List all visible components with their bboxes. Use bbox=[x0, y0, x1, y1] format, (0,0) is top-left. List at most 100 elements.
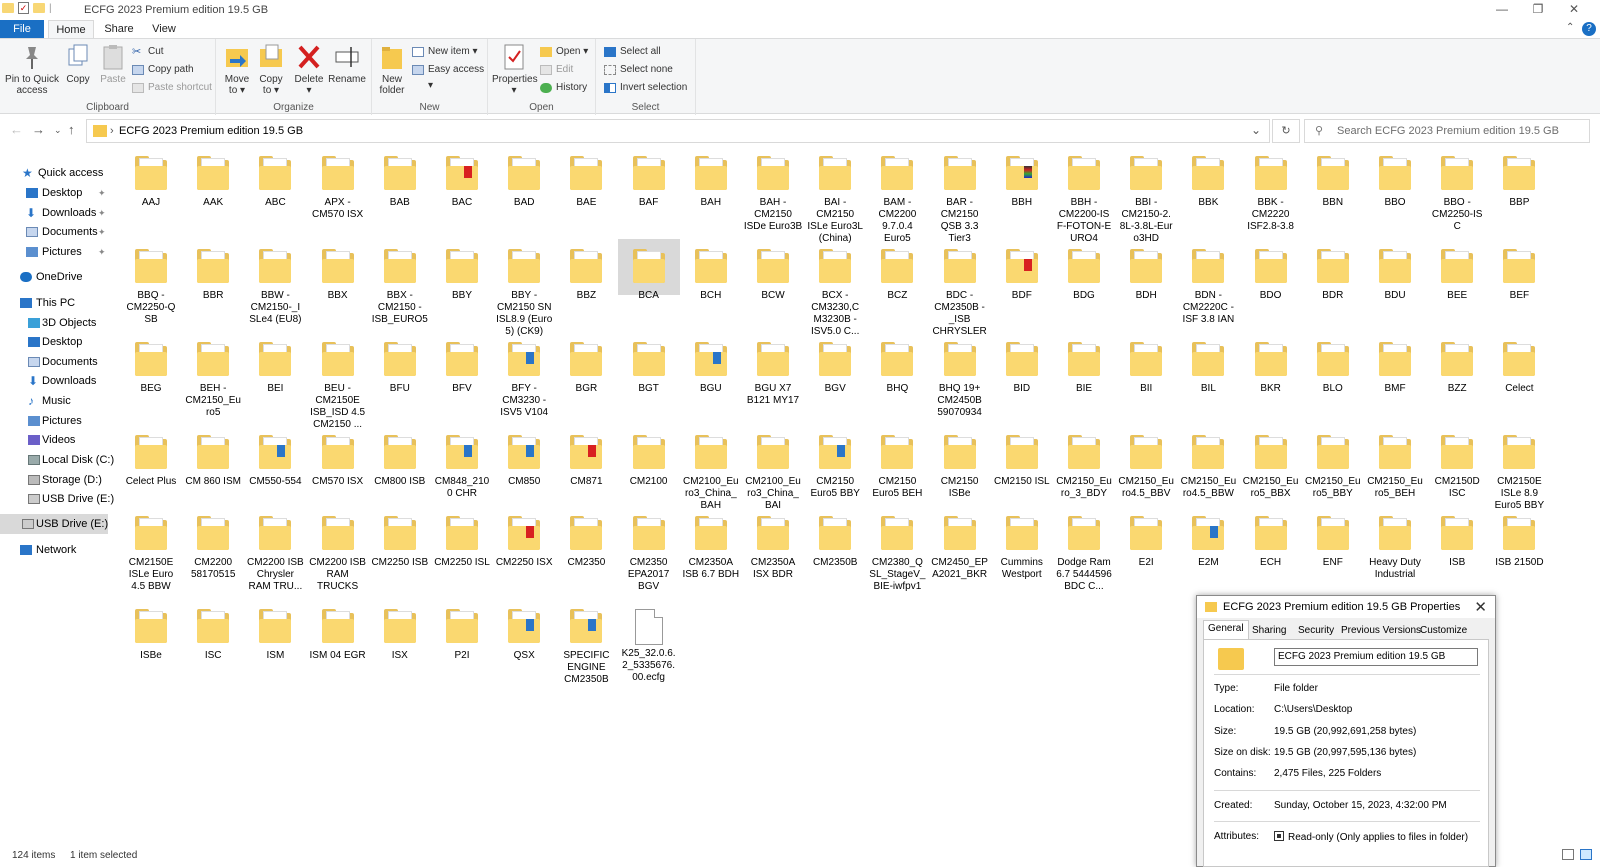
folder-item[interactable]: ISBe bbox=[120, 599, 182, 662]
delete-button[interactable]: Delete ▾ bbox=[292, 43, 326, 96]
folder-item[interactable]: BDR bbox=[1302, 239, 1364, 302]
readonly-checkbox[interactable]: Read-only (Only applies to files in fold… bbox=[1274, 831, 1468, 843]
folder-item[interactable]: BAH - CM2150 ISDe Euro3B bbox=[742, 146, 804, 233]
folder-item[interactable]: CM550-554 bbox=[244, 425, 306, 488]
folder-item[interactable]: BBN bbox=[1302, 146, 1364, 209]
folder-item[interactable]: CM2250 ISX bbox=[493, 506, 555, 569]
folder-item[interactable]: BBX - CM2150 - ISB_EURO5 bbox=[369, 239, 431, 326]
folder-item[interactable]: BGU X7 B121 MY17 bbox=[742, 332, 804, 407]
easy-access-button[interactable]: Easy access ▾ bbox=[412, 62, 487, 91]
new-folder-quick-icon[interactable] bbox=[33, 3, 45, 13]
folder-item[interactable]: BBH - CM2200-IS F-FOTON-E URO4 bbox=[1053, 146, 1115, 245]
folder-item[interactable]: CM2150_Eu ro5_BBY bbox=[1302, 425, 1364, 500]
folder-item[interactable]: CM2150_Eu ro4.5_BBV bbox=[1115, 425, 1177, 500]
properties-quick-icon[interactable]: ✓ bbox=[18, 2, 29, 14]
folder-item[interactable]: BCZ bbox=[866, 239, 928, 302]
folder-item[interactable]: ISM 04 EGR bbox=[307, 599, 369, 662]
new-item-button[interactable]: New item ▾ bbox=[412, 44, 477, 60]
help-icon[interactable]: ? bbox=[1582, 22, 1596, 36]
folder-item[interactable]: BCX - CM3230,C M3230B - ISV5.0 C... bbox=[804, 239, 866, 338]
collapse-ribbon-icon[interactable]: ⌃ bbox=[1566, 22, 1574, 33]
folder-item[interactable]: CM2380_Q SL_StageV_ BIE-iwfpv1 bbox=[866, 506, 928, 593]
folder-item[interactable]: BAH bbox=[680, 146, 742, 209]
folder-item[interactable]: BBY - CM2150 SN ISL8.9 (Euro 5) (CK9) bbox=[493, 239, 555, 338]
folder-item[interactable]: BBO - CM2250-IS C bbox=[1426, 146, 1488, 233]
folder-item[interactable]: BBO bbox=[1364, 146, 1426, 209]
folder-item[interactable]: ABC bbox=[244, 146, 306, 209]
tab-share[interactable]: Share bbox=[98, 20, 140, 39]
folder-item[interactable]: BEH - CM2150_Eu ro5 bbox=[182, 332, 244, 419]
folder-item[interactable]: CM2150 Euro5 BBY bbox=[804, 425, 866, 500]
tab-view[interactable]: View bbox=[144, 20, 184, 39]
folder-item[interactable]: CM2150E ISLe 8.9 Euro5 BBY bbox=[1488, 425, 1550, 512]
folder-item[interactable]: CM2350A ISX BDR bbox=[742, 506, 804, 581]
tab-sharing[interactable]: Sharing bbox=[1247, 622, 1291, 639]
folder-item[interactable]: ECH bbox=[1240, 506, 1302, 569]
copy-button[interactable]: Copy bbox=[62, 43, 94, 85]
search-input[interactable]: ⚲ Search ECFG 2023 Premium edition 19.5 … bbox=[1304, 119, 1590, 143]
folder-item[interactable]: BCW bbox=[742, 239, 804, 302]
tab-file[interactable]: File bbox=[0, 20, 44, 39]
large-icons-view-icon[interactable] bbox=[1580, 849, 1592, 860]
folder-item[interactable]: E2I bbox=[1115, 506, 1177, 569]
folder-item[interactable]: BAD bbox=[493, 146, 555, 209]
folder-item[interactable]: BEG bbox=[120, 332, 182, 395]
folder-item[interactable]: CM2150 Euro5 BEH bbox=[866, 425, 928, 500]
folder-item[interactable]: BDO bbox=[1240, 239, 1302, 302]
back-arrow-icon[interactable]: ← bbox=[10, 122, 23, 137]
folder-item[interactable]: BEU - CM2150E ISB_ISD 4.5 CM2150 ... bbox=[307, 332, 369, 431]
folder-item[interactable]: ISB bbox=[1426, 506, 1488, 569]
folder-item[interactable]: CM2350 bbox=[555, 506, 617, 569]
folder-item[interactable]: BZZ bbox=[1426, 332, 1488, 395]
folder-item[interactable]: BKR bbox=[1240, 332, 1302, 395]
address-bar[interactable]: › ECFG 2023 Premium edition 19.5 GB ⌄ bbox=[86, 119, 1270, 143]
tab-customize[interactable]: Customize bbox=[1415, 622, 1472, 639]
folder-item[interactable]: CM2200 58170515 bbox=[182, 506, 244, 581]
folder-item[interactable]: CM2150D ISC bbox=[1426, 425, 1488, 500]
folder-item[interactable]: AAJ bbox=[120, 146, 182, 209]
folder-item[interactable]: BII bbox=[1115, 332, 1177, 395]
folder-item[interactable]: CM2150_Eu ro5_BBX bbox=[1240, 425, 1302, 500]
folder-item[interactable]: BHQ bbox=[866, 332, 928, 395]
folder-item[interactable]: P2I bbox=[431, 599, 493, 662]
folder-item[interactable]: BDN - CM2220C - ISF 3.8 IAN bbox=[1177, 239, 1239, 326]
folder-item[interactable]: BBW - CM2150-_I SLe4 (EU8) bbox=[244, 239, 306, 326]
folder-item[interactable]: CM2200 ISB RAM TRUCKS bbox=[307, 506, 369, 593]
edit-button[interactable]: Edit bbox=[540, 62, 573, 78]
select-all-button[interactable]: Select all bbox=[604, 44, 661, 60]
pin-button[interactable]: Pin to Quick access bbox=[4, 43, 60, 96]
folder-item[interactable]: BAF bbox=[618, 146, 680, 209]
breadcrumb-chevron-icon[interactable]: › bbox=[110, 125, 114, 137]
select-none-button[interactable]: Select none bbox=[604, 62, 673, 78]
folder-item[interactable]: BBZ bbox=[555, 239, 617, 302]
folder-item[interactable]: CM2150_Eu ro5_BEH bbox=[1364, 425, 1426, 500]
folder-item[interactable]: BFY - CM3230 - ISV5 V104 bbox=[493, 332, 555, 419]
folder-item[interactable]: BGV bbox=[804, 332, 866, 395]
folder-item[interactable]: BGU bbox=[680, 332, 742, 395]
close-button[interactable]: ✕ bbox=[1556, 0, 1592, 20]
copy-path-button[interactable]: Copy path bbox=[132, 62, 194, 78]
folder-item[interactable]: CM2150_Eu ro_3_BDY bbox=[1053, 425, 1115, 500]
open-button[interactable]: Open ▾ bbox=[540, 44, 588, 60]
folder-item[interactable]: BAC bbox=[431, 146, 493, 209]
invert-selection-button[interactable]: Invert selection bbox=[604, 80, 687, 96]
folder-item[interactable]: CM2450_EP A2021_BKR bbox=[929, 506, 991, 581]
folder-item[interactable]: CM800 ISB bbox=[369, 425, 431, 488]
folder-item[interactable]: SPECIFIC ENGINE CM2350B bbox=[555, 599, 617, 686]
folder-item[interactable]: ISB 2150D bbox=[1488, 506, 1550, 569]
folder-item[interactable]: CM2100_Eu ro3_China_ BAI bbox=[742, 425, 804, 512]
folder-item[interactable]: AAK bbox=[182, 146, 244, 209]
folder-item[interactable]: BDG bbox=[1053, 239, 1115, 302]
folder-item[interactable]: CM2150 ISBe bbox=[929, 425, 991, 500]
paste-button[interactable]: Paste bbox=[96, 43, 130, 85]
history-button[interactable]: History bbox=[540, 80, 587, 96]
folder-item[interactable]: CM2200 ISB Chrysler RAM TRU... bbox=[244, 506, 306, 593]
folder-item[interactable]: BAM - CM2200 9.7.0.4 Euro5 bbox=[866, 146, 928, 245]
folder-item[interactable]: CM2150E ISLe Euro 4.5 BBW bbox=[120, 506, 182, 593]
new-folder-button[interactable]: New folder bbox=[376, 43, 408, 96]
folder-item[interactable]: BCH bbox=[680, 239, 742, 302]
folder-item[interactable]: CM2100_Eu ro3_China_ BAH bbox=[680, 425, 742, 512]
tab-security[interactable]: Security bbox=[1293, 622, 1339, 639]
cut-button[interactable]: ✂ Cut bbox=[132, 44, 164, 60]
folder-item[interactable]: BIL bbox=[1177, 332, 1239, 395]
